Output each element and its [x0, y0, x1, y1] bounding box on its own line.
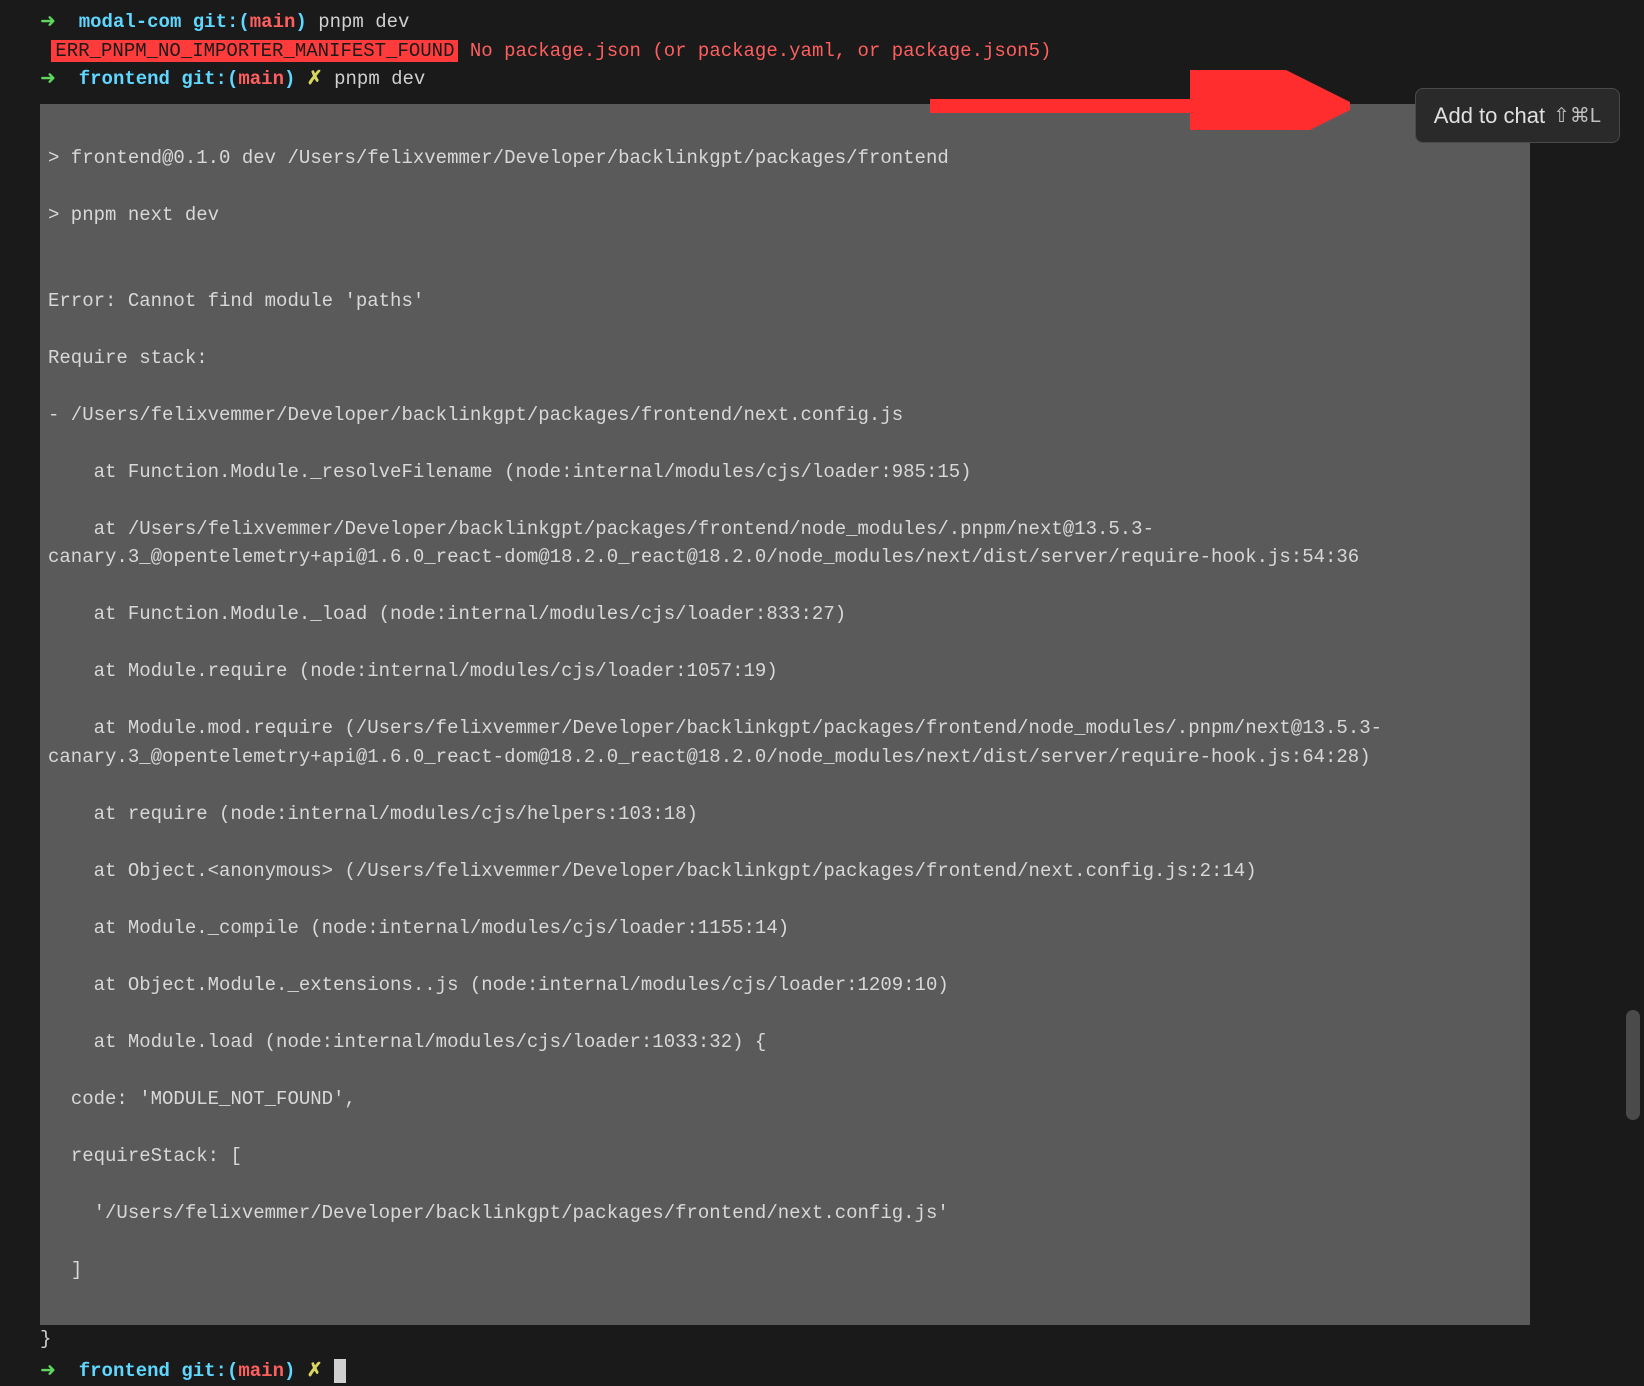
- prompt-line-1: ➜ modal-com git:(main) pnpm dev: [0, 8, 1644, 37]
- output-line: at Module.mod.require (/Users/felixvemme…: [48, 714, 1522, 771]
- output-line: > pnpm next dev: [48, 201, 1522, 230]
- prompt-git-branch: main: [238, 1360, 284, 1382]
- output-line: code: 'MODULE_NOT_FOUND',: [48, 1085, 1522, 1114]
- output-line: requireStack: [: [48, 1142, 1522, 1171]
- prompt-git-close: ): [284, 68, 295, 90]
- prompt-git-branch: main: [238, 68, 284, 90]
- prompt-line-2: ➜ frontend git:(main) ✗ pnpm dev: [0, 65, 1644, 94]
- output-line: at Function.Module._load (node:internal/…: [48, 600, 1522, 629]
- output-line: - /Users/felixvemmer/Developer/backlinkg…: [48, 401, 1522, 430]
- output-line: at Module.require (node:internal/modules…: [48, 657, 1522, 686]
- add-to-chat-button[interactable]: Add to chat ⇧⌘L: [1415, 88, 1620, 143]
- output-line: at require (node:internal/modules/cjs/he…: [48, 800, 1522, 829]
- git-dirty-icon: ✗: [295, 1360, 334, 1382]
- prompt-git-label: git:(: [170, 1360, 238, 1382]
- prompt-directory: frontend: [79, 1360, 170, 1382]
- prompt-command: pnpm dev: [323, 68, 426, 90]
- prompt-git-label: git:(: [181, 11, 249, 33]
- add-to-chat-label: Add to chat: [1434, 99, 1545, 132]
- prompt-directory: modal-com: [79, 11, 182, 33]
- prompt-line-3[interactable]: ➜ frontend git:(main) ✗: [0, 1353, 1644, 1386]
- output-line: at Module.load (node:internal/modules/cj…: [48, 1028, 1522, 1057]
- error-line: ERR_PNPM_NO_IMPORTER_MANIFEST_FOUND No p…: [0, 37, 1644, 66]
- prompt-command: pnpm dev: [307, 11, 410, 33]
- error-pad: [40, 40, 51, 62]
- prompt-arrow-icon: ➜: [40, 68, 79, 90]
- output-line: at Object.Module._extensions..js (node:i…: [48, 971, 1522, 1000]
- prompt-git-close: ): [284, 1360, 295, 1382]
- output-line: Error: Cannot find module 'paths': [48, 287, 1522, 316]
- output-line: at Function.Module._resolveFilename (nod…: [48, 458, 1522, 487]
- terminal-selection[interactable]: > frontend@0.1.0 dev /Users/felixvemmer/…: [40, 104, 1530, 1325]
- prompt-git-close: ): [295, 11, 306, 33]
- error-code: ERR_PNPM_NO_IMPORTER_MANIFEST_FOUND: [51, 40, 458, 62]
- prompt-arrow-icon: ➜: [40, 11, 79, 33]
- output-line: ]: [48, 1256, 1522, 1285]
- prompt-arrow-icon: ➜: [40, 1360, 79, 1382]
- output-line: Require stack:: [48, 344, 1522, 373]
- output-line: at Object.<anonymous> (/Users/felixvemme…: [48, 857, 1522, 886]
- prompt-git-label: git:(: [170, 68, 238, 90]
- output-line-brace: }: [0, 1325, 1644, 1354]
- error-message: No package.json (or package.yaml, or pac…: [458, 40, 1051, 62]
- scrollbar-thumb[interactable]: [1626, 1010, 1640, 1120]
- git-dirty-icon: ✗: [295, 68, 322, 90]
- output-line: at /Users/felixvemmer/Developer/backlink…: [48, 515, 1522, 572]
- prompt-git-branch: main: [250, 11, 296, 33]
- output-line: '/Users/felixvemmer/Developer/backlinkgp…: [48, 1199, 1522, 1228]
- add-to-chat-shortcut: ⇧⌘L: [1553, 101, 1601, 131]
- prompt-directory: frontend: [79, 68, 170, 90]
- output-line: > frontend@0.1.0 dev /Users/felixvemmer/…: [48, 144, 1522, 173]
- terminal-cursor: [334, 1359, 346, 1383]
- output-line: at Module._compile (node:internal/module…: [48, 914, 1522, 943]
